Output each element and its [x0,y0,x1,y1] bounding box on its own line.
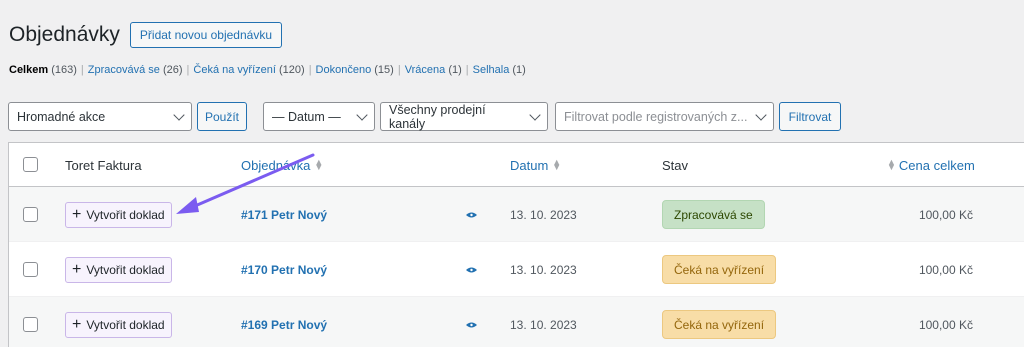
sort-icon: ▲ ▼ [887,157,896,172]
sort-icon: ▲ ▼ [552,157,562,172]
order-total: 100,00 Kč [918,318,973,332]
filter-processing[interactable]: Zpracovává se (26) [88,64,183,76]
table-row[interactable]: + Vytvořit doklad #169 Petr Nový 13. 10. … [9,297,1024,347]
customer-filter-select[interactable]: Filtrovat podle registrovaných z... [555,102,774,131]
plus-icon: + [72,206,82,223]
plus-icon: + [72,316,82,333]
order-total: 100,00 Kč [918,208,973,222]
filter-button[interactable]: Filtrovat [779,102,841,131]
eye-icon[interactable] [466,322,477,328]
page-header: Objednávky Přidat novou objednávku [9,20,282,50]
filter-failed[interactable]: Selhala (1) [473,64,526,76]
date-filter-value: — Datum — [272,109,341,124]
create-document-label: Vytvořit doklad [86,318,165,332]
status-badge: Čeká na vyřízení [662,310,777,339]
table-row[interactable]: + Vytvořit doklad #170 Petr Nový 13. 10. … [9,242,1024,297]
status-filters: Celkem (163) | Zpracovává se (26) | Čeká na … [9,64,526,76]
create-document-label: Vytvořit doklad [86,208,165,222]
order-date: 13. 10. 2023 [510,318,577,332]
filter-refunded[interactable]: Vrácena (1) [405,64,462,76]
page-title: Objednávky [9,23,120,46]
chevron-down-icon [529,108,541,121]
date-filter-select[interactable]: — Datum — [263,102,375,131]
create-document-button[interactable]: + Vytvořit doklad [65,312,172,338]
column-status: Stav [662,157,689,173]
add-order-button[interactable]: Přidat novou objednávku [129,22,282,48]
select-all-checkbox[interactable] [23,157,38,172]
sales-channel-select[interactable]: Všechny prodejní kanály [380,102,548,131]
column-date[interactable]: Datum ▲ ▼ [510,143,561,187]
order-date: 13. 10. 2023 [510,263,577,277]
order-link[interactable]: #169 Petr Nový [241,318,327,332]
column-total-label: Cena celkem [898,157,975,173]
create-document-label: Vytvořit doklad [86,263,165,277]
chevron-down-icon [356,108,368,121]
status-badge: Zpracovává se [662,200,765,229]
sort-icon: ▲ ▼ [314,157,324,172]
order-link[interactable]: #170 Petr Nový [241,263,327,277]
eye-icon[interactable] [466,212,477,218]
status-badge: Čeká na vyřízení [662,255,777,284]
column-total[interactable]: ▲ ▼ Cena celkem [887,143,975,187]
sales-channel-value: Všechny prodejní kanály [389,102,486,131]
orders-table: Toret Faktura Objednávka ▲ ▼ Datum ▲ ▼ Stav … [8,142,1024,347]
bulk-actions-value: Hromadné akce [17,109,106,124]
filter-completed[interactable]: Dokončeno (15) [316,64,394,76]
column-order-label: Objednávka [241,157,311,173]
plus-icon: + [72,261,82,278]
order-link[interactable]: #171 Petr Nový [241,208,327,222]
apply-button[interactable]: Použít [197,102,247,131]
column-order[interactable]: Objednávka ▲ ▼ [241,143,323,187]
column-date-label: Datum [510,157,549,173]
filter-all[interactable]: Celkem (163) [9,64,77,76]
row-checkbox[interactable] [23,262,38,277]
row-checkbox[interactable] [23,317,38,332]
create-document-button[interactable]: + Vytvořit doklad [65,257,172,283]
order-total: 100,00 Kč [918,263,973,277]
table-header: Toret Faktura Objednávka ▲ ▼ Datum ▲ ▼ Stav … [9,143,1024,187]
bulk-actions-select[interactable]: Hromadné akce [8,102,192,131]
chevron-down-icon [173,108,185,121]
order-date: 13. 10. 2023 [510,208,577,222]
row-checkbox[interactable] [23,207,38,222]
column-toret-faktura: Toret Faktura [65,157,142,173]
chevron-down-icon [755,108,767,121]
table-row[interactable]: + Vytvořit doklad #171 Petr Nový 13. 10. … [9,187,1024,242]
customer-filter-placeholder: Filtrovat podle registrovaných z... [564,109,748,124]
create-document-button[interactable]: + Vytvořit doklad [65,202,172,228]
eye-icon[interactable] [466,267,477,273]
filter-on-hold[interactable]: Čeká na vyřízení (120) [193,64,304,76]
